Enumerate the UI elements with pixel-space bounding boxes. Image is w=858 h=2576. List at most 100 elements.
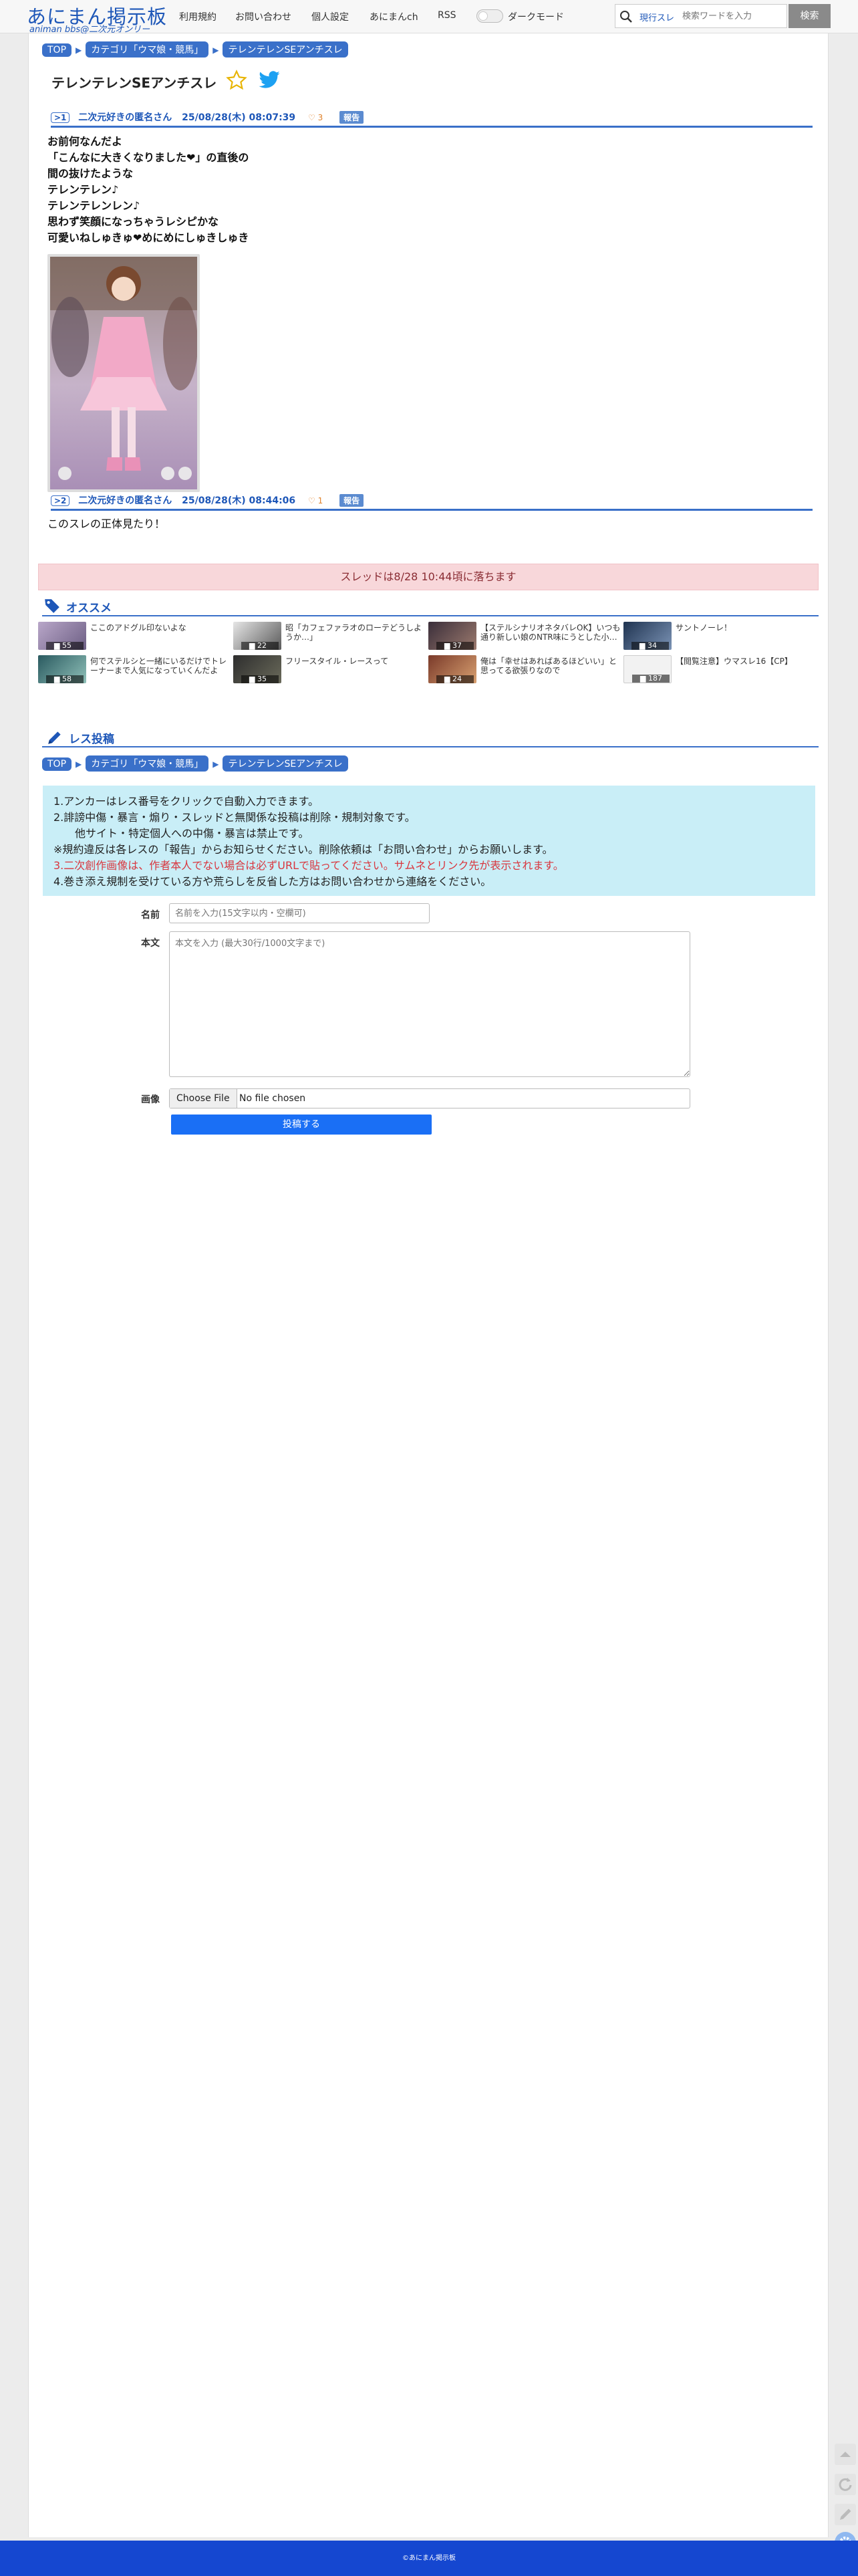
recommend-count-value: 24 xyxy=(452,675,462,683)
twitter-share-icon[interactable] xyxy=(258,70,281,90)
like-count: 1 xyxy=(317,496,323,505)
reply-divider xyxy=(42,746,819,747)
recommend-count-value: 58 xyxy=(61,675,72,683)
nav-animanch-link[interactable]: あにまんch xyxy=(370,10,418,23)
breadcrumb-top[interactable]: TOP xyxy=(42,43,72,57)
recommend-count: ▆ 22 xyxy=(241,642,279,650)
post-line: テレンテレンレン♪ xyxy=(47,199,140,212)
recommend-thumbnail[interactable]: ▆ 58 xyxy=(38,655,86,683)
dark-mode-label: ダークモード xyxy=(508,12,564,23)
recommend-thumbnail[interactable]: ▆ 187 xyxy=(623,655,672,683)
post-date: 25/08/28(木) 08:07:39 xyxy=(182,112,296,123)
like-button[interactable]: ♡ 3 xyxy=(308,113,323,122)
recommend-thumbnail[interactable]: ▆ 24 xyxy=(428,655,476,683)
recommend-link[interactable]: 俺は「幸せはあればあるほどいい」と思ってる欲張りなので xyxy=(480,657,624,675)
breadcrumb-thread[interactable]: テレンテレンSEアンチスレ xyxy=(223,41,348,57)
search-button[interactable]: 検索 xyxy=(789,4,831,28)
nav-contact-link[interactable]: お問い合わせ xyxy=(235,10,291,23)
post-line: 思わず笑顔になっちゃうレシピかな󠄀 xyxy=(47,215,219,228)
compose-button[interactable] xyxy=(835,2504,856,2525)
post-line: 間の抜けたような xyxy=(47,167,134,180)
recommend-link[interactable]: 何でステルシと一緒にいるだけでトレーナーまで人気になっていくんだよ xyxy=(90,657,234,675)
breadcrumb-category[interactable]: カテゴリ「ウマ娘・競馬」 xyxy=(86,755,209,772)
name-input[interactable] xyxy=(169,903,430,923)
post-line: 「こんなに大きくなりました❤」の直後の xyxy=(47,151,249,164)
post-body: このスレの正体見たり！ xyxy=(47,516,165,532)
nav-terms-link[interactable]: 利用規約 xyxy=(179,10,217,23)
post-divider xyxy=(51,509,813,511)
post-divider xyxy=(51,126,813,128)
report-button[interactable]: 報告 xyxy=(339,494,364,507)
like-button[interactable]: ♡ 1 xyxy=(308,496,323,505)
file-input[interactable]: Choose File No file chosen xyxy=(169,1088,690,1108)
body-label: 本文 xyxy=(141,938,160,949)
image-label: 画像 xyxy=(141,1094,160,1105)
breadcrumb-thread[interactable]: テレンテレンSEアンチスレ xyxy=(223,755,348,772)
breadcrumb-bottom: TOP ▶ カテゴリ「ウマ娘・競馬」 ▶ テレンテレンSEアンチスレ xyxy=(42,755,348,772)
body-textarea[interactable] xyxy=(169,931,690,1077)
page: あにまん掲示板 animan bbs@二次元オンリー 利用規約 お問い合わせ 個… xyxy=(0,0,858,2576)
recommend-link[interactable]: ここのアドグル印ないよな xyxy=(90,623,234,632)
recommend-count: ▆ 24 xyxy=(436,675,474,683)
rule-line-warning: 3.二次創作画像は、作者本人でない場合は必ずURLで貼ってください。サムネとリン… xyxy=(53,859,564,872)
reply-title: レス投稿 xyxy=(69,733,114,746)
recommend-thumbnail[interactable]: ▆ 55 xyxy=(38,622,86,650)
recommend-link[interactable]: 【ステルシナリオネタバレOK】いつも通り新しい娘のNTR味にうとした小… xyxy=(480,623,624,642)
submit-button[interactable]: 投稿する xyxy=(171,1115,432,1135)
recommend-thumbnail[interactable]: ▆ 22 xyxy=(233,622,281,650)
dark-mode-toggle[interactable] xyxy=(476,9,503,23)
post-number[interactable]: >1 xyxy=(51,112,70,123)
post-author: 二次元好きの匿名さん xyxy=(78,112,172,123)
post-image[interactable] xyxy=(47,254,200,492)
breadcrumb-separator: ▶ xyxy=(76,759,82,769)
post-line: 可愛いね󠄀しゅきゅ❤めにめにしゅきしゅき xyxy=(47,231,249,244)
search-scope-select[interactable]: 現行スレ xyxy=(639,11,674,23)
reload-button[interactable] xyxy=(835,2474,856,2495)
recommend-count-value: 34 xyxy=(647,641,657,650)
post-number[interactable]: >2 xyxy=(51,495,70,506)
breadcrumb-separator: ▶ xyxy=(76,45,82,55)
recommend-link[interactable]: 昭「カフェファラオのローテどうしようか…」 xyxy=(285,623,429,642)
recommend-thumbnail[interactable]: ▆ 34 xyxy=(623,622,672,650)
breadcrumb-category[interactable]: カテゴリ「ウマ娘・競馬」 xyxy=(86,41,209,57)
report-button[interactable]: 報告 xyxy=(339,111,364,124)
breadcrumb-separator: ▶ xyxy=(212,45,219,55)
recommend-count: ▆ 187 xyxy=(632,675,670,683)
recommend-divider xyxy=(42,615,819,616)
breadcrumb-top[interactable]: TOP xyxy=(42,757,72,771)
recommend-count-value: 55 xyxy=(61,641,72,650)
recommend-link[interactable]: サントノーレ！ xyxy=(676,623,819,632)
rule-line: 他サイト・特定個人への中傷・暴言は禁止です。 xyxy=(75,827,309,840)
post-line: テレンテレン♪ xyxy=(47,183,119,196)
search-input[interactable] xyxy=(682,9,782,23)
recommend-count-value: 35 xyxy=(257,675,267,683)
recommend-count: ▆ 37 xyxy=(436,642,474,650)
heart-icon: ♡ xyxy=(308,496,315,505)
site-header: あにまん掲示板 animan bbs@二次元オンリー 利用規約 お問い合わせ 個… xyxy=(0,0,858,35)
post-image-art xyxy=(50,257,197,489)
rule-line: 2.誹謗中傷・暴言・煽り・スレッドと無関係な投稿は削除・規制対象です。 xyxy=(53,811,416,824)
recommend-thumbnail[interactable]: ▆ 35 xyxy=(233,655,281,683)
choose-file-button[interactable]: Choose File xyxy=(170,1089,237,1108)
thread-drop-notice: スレッドは8/28 10:44頃に落ちます xyxy=(38,564,819,590)
name-label: 名前 xyxy=(141,910,160,921)
rule-line: 1.アンカーはレス番号をクリックで自動入力できます。 xyxy=(53,795,319,808)
site-footer: ©あにまん掲示板 xyxy=(0,2541,858,2576)
favorite-star-icon[interactable] xyxy=(226,70,247,91)
nav-settings-link[interactable]: 個人設定 xyxy=(311,10,349,23)
nav-rss-link[interactable]: RSS xyxy=(438,10,456,21)
recommend-link[interactable]: フリースタイル・レースって xyxy=(285,657,429,666)
search-icon xyxy=(620,11,632,23)
recommend-link[interactable]: 【閲覧注意】ウマスレ16【CP】 xyxy=(676,657,819,666)
post-body: お前何なんだよ󠄀 「こんなに大きくなりました❤」の直後の 間の抜けたような テレ… xyxy=(47,134,249,246)
recommend-title: オススメ xyxy=(66,602,112,615)
chevron-up-icon xyxy=(840,2452,851,2457)
like-count: 3 xyxy=(317,113,323,122)
scroll-top-button[interactable] xyxy=(835,2444,856,2465)
recommend-count: ▆ 58 xyxy=(46,675,84,683)
breadcrumb-separator: ▶ xyxy=(212,759,219,769)
post-header: >2 二次元好きの匿名さん 25/08/28(木) 08:44:06 ♡ 1 報… xyxy=(51,493,813,508)
recommend-thumbnail[interactable]: ▆ 37 xyxy=(428,622,476,650)
recommend-count-value: 37 xyxy=(452,641,462,650)
recommend-count-value: 22 xyxy=(257,641,267,650)
